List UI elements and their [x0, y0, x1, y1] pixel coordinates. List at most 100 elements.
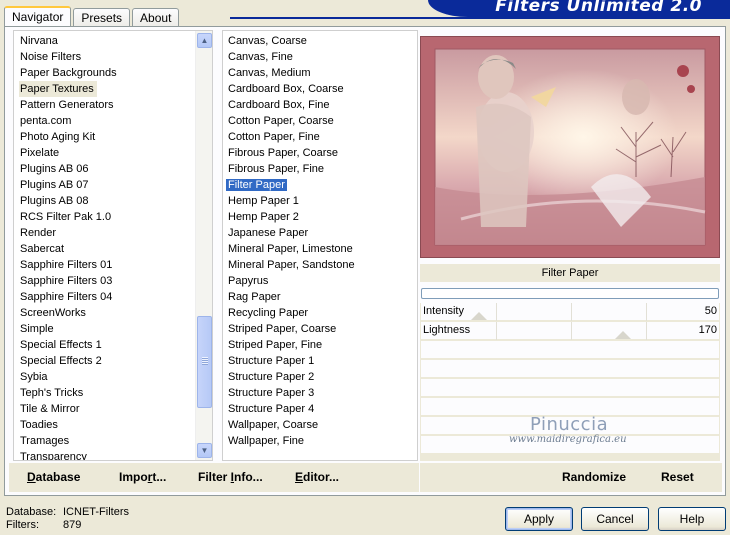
filter-item[interactable]: Structure Paper 3: [227, 385, 417, 401]
filter-item[interactable]: Wallpaper, Fine: [227, 433, 417, 449]
banner-underline: [230, 17, 730, 19]
category-item[interactable]: Sybia: [19, 369, 212, 385]
filter-item[interactable]: Wallpaper, Coarse: [227, 417, 417, 433]
filter-item[interactable]: Fibrous Paper, Coarse: [227, 145, 417, 161]
filter-item-label: Cotton Paper, Fine: [228, 131, 320, 143]
editor-button[interactable]: Editor...: [295, 470, 339, 484]
scroll-thumb[interactable]: [197, 316, 212, 408]
slider-tick: [646, 322, 647, 340]
filter-item[interactable]: Structure Paper 4: [227, 401, 417, 417]
category-item[interactable]: Sapphire Filters 03: [19, 273, 212, 289]
scroll-up-button[interactable]: ▲: [197, 33, 212, 48]
preview-toolbar: Randomize Reset: [420, 463, 722, 492]
filter-item[interactable]: Hemp Paper 1: [227, 193, 417, 209]
category-item[interactable]: ScreenWorks: [19, 305, 212, 321]
param-lightness[interactable]: Lightness 170: [421, 322, 719, 340]
category-item[interactable]: penta.com: [19, 113, 212, 129]
app-banner: Filters Unlimited 2.0: [428, 0, 730, 17]
preview-image: [421, 37, 719, 257]
category-item[interactable]: Simple: [19, 321, 212, 337]
category-item[interactable]: Nirvana: [19, 33, 212, 49]
filter-item[interactable]: Cardboard Box, Fine: [227, 97, 417, 113]
filter-item[interactable]: Japanese Paper: [227, 225, 417, 241]
filter-item[interactable]: Filter Paper: [226, 177, 417, 193]
filter-item-label: Cotton Paper, Coarse: [228, 115, 334, 127]
category-item[interactable]: Noise Filters: [19, 49, 212, 65]
reset-button[interactable]: Reset: [661, 470, 694, 484]
status-area: Database: ICNET-Filters Filters: 879: [6, 506, 129, 532]
category-list[interactable]: Nirvana Noise Filters Paper Backgrounds Pap…: [13, 30, 213, 461]
filter-item[interactable]: Canvas, Medium: [227, 65, 417, 81]
category-item[interactable]: Transparency: [19, 449, 212, 460]
category-item[interactable]: Paper Textures: [19, 81, 97, 97]
param-empty: [421, 341, 719, 359]
slider-thumb[interactable]: [615, 331, 631, 339]
tab-about[interactable]: About: [132, 8, 180, 28]
filter-item-label: Mineral Paper, Limestone: [228, 243, 353, 255]
database-button[interactable]: Database: [27, 470, 80, 484]
filter-item-label: Japanese Paper: [228, 227, 309, 239]
filter-item-label: Canvas, Coarse: [228, 35, 307, 47]
category-item[interactable]: Render: [19, 225, 212, 241]
filter-item[interactable]: Cardboard Box, Coarse: [227, 81, 417, 97]
randomize-button[interactable]: Randomize: [562, 470, 626, 484]
filter-item[interactable]: Fibrous Paper, Fine: [227, 161, 417, 177]
filter-item[interactable]: Canvas, Fine: [227, 49, 417, 65]
category-item[interactable]: Special Effects 1: [19, 337, 212, 353]
import-button[interactable]: Import...: [119, 470, 166, 484]
category-item[interactable]: Sapphire Filters 04: [19, 289, 212, 305]
filter-item-label: Filter Paper: [226, 179, 287, 191]
slider-thumb[interactable]: [471, 312, 487, 320]
category-item[interactable]: Paper Backgrounds: [19, 65, 212, 81]
category-item[interactable]: Plugins AB 08: [19, 193, 212, 209]
category-item[interactable]: Toadies: [19, 417, 212, 433]
filter-item[interactable]: Mineral Paper, Sandstone: [227, 257, 417, 273]
category-item[interactable]: Pattern Generators: [19, 97, 212, 113]
preview-progress-bar: [421, 288, 719, 299]
filter-item[interactable]: Hemp Paper 2: [227, 209, 417, 225]
category-item[interactable]: Sabercat: [19, 241, 212, 257]
slider-tick: [496, 303, 497, 321]
filter-item[interactable]: Striped Paper, Fine: [227, 337, 417, 353]
filter-item-label: Recycling Paper: [228, 307, 309, 319]
help-button[interactable]: Help: [658, 507, 726, 531]
filter-item[interactable]: Recycling Paper: [227, 305, 417, 321]
filter-item[interactable]: Cotton Paper, Coarse: [227, 113, 417, 129]
cancel-button[interactable]: Cancel: [581, 507, 649, 531]
filter-item[interactable]: Striped Paper, Coarse: [227, 321, 417, 337]
tab-presets[interactable]: Presets: [73, 8, 131, 28]
filter-item-label: Structure Paper 4: [228, 403, 315, 415]
filter-list[interactable]: Canvas, Coarse Canvas, Fine Canvas, Medium…: [222, 30, 418, 461]
category-item[interactable]: Sapphire Filters 01: [19, 257, 212, 273]
category-item[interactable]: Plugins AB 06: [19, 161, 212, 177]
category-item[interactable]: Special Effects 2: [19, 353, 212, 369]
navigator-panel: Nirvana Noise Filters Paper Backgrounds Pap…: [4, 26, 726, 496]
category-item[interactable]: Photo Aging Kit: [19, 129, 212, 145]
apply-button[interactable]: Apply: [505, 507, 573, 531]
filter-info-button[interactable]: Filter Info...: [198, 470, 263, 484]
category-items: Nirvana Noise Filters Paper Backgrounds Pap…: [19, 33, 212, 460]
filter-item[interactable]: Structure Paper 2: [227, 369, 417, 385]
slider-tick: [571, 322, 572, 340]
category-item[interactable]: Tramages: [19, 433, 212, 449]
param-intensity[interactable]: Intensity 50: [421, 303, 719, 321]
filter-item[interactable]: Papyrus: [227, 273, 417, 289]
category-item[interactable]: Teph's Tricks: [19, 385, 212, 401]
slider-tick: [646, 303, 647, 321]
filter-item[interactable]: Structure Paper 1: [227, 353, 417, 369]
filter-item-label: Wallpaper, Fine: [228, 435, 305, 447]
category-scrollbar[interactable]: ▲ ▼: [195, 31, 212, 460]
filter-item-label: Papyrus: [228, 275, 269, 287]
filter-item[interactable]: Canvas, Coarse: [227, 33, 417, 49]
filter-item[interactable]: Cotton Paper, Fine: [227, 129, 417, 145]
category-item[interactable]: Plugins AB 07: [19, 177, 212, 193]
filter-item[interactable]: Mineral Paper, Limestone: [227, 241, 417, 257]
category-item[interactable]: Pixelate: [19, 145, 212, 161]
category-item[interactable]: RCS Filter Pak 1.0: [19, 209, 212, 225]
filter-item[interactable]: Rag Paper: [227, 289, 417, 305]
filter-item-label: Canvas, Medium: [228, 67, 311, 79]
filter-item-label: Rag Paper: [228, 291, 281, 303]
param-empty: [421, 360, 719, 378]
category-item[interactable]: Tile & Mirror: [19, 401, 212, 417]
scroll-down-button[interactable]: ▼: [197, 443, 212, 458]
